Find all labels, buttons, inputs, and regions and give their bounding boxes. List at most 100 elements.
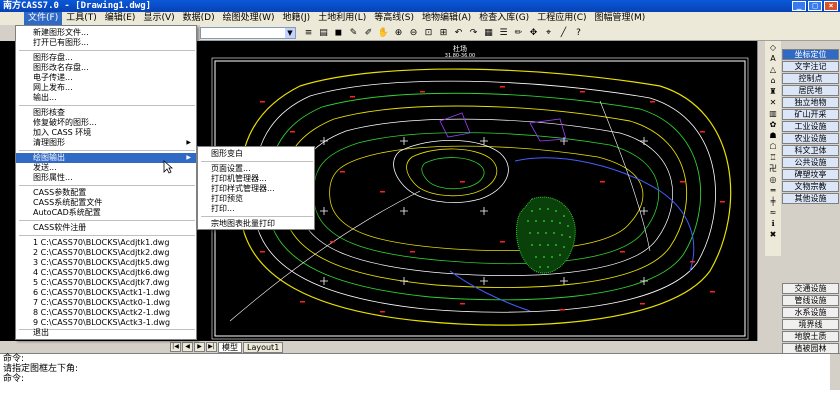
water-icon[interactable]: ≈	[767, 208, 779, 218]
help-icon[interactable]: ?	[572, 26, 585, 39]
submenu-item-preview[interactable]: 打印预览	[198, 194, 314, 204]
tower-icon[interactable]: ♜	[767, 87, 779, 97]
road-icon[interactable]: ═	[767, 186, 779, 196]
redo-icon[interactable]: ↷	[467, 26, 480, 39]
menu-check[interactable]: 检查入库(G)	[475, 12, 533, 25]
line-icon[interactable]: ╱	[557, 26, 570, 39]
feature-btn-public[interactable]: 公共设施	[782, 157, 839, 168]
feature-btn-agriculture[interactable]: 农业设施	[782, 133, 839, 144]
monument-icon[interactable]: ♖	[767, 153, 779, 163]
feature-btn-terrain[interactable]: 地貌土质	[782, 331, 839, 342]
feature-btn-boundary[interactable]: 境界线	[782, 319, 839, 330]
menu-item-open[interactable]: 打开已有图形...	[16, 38, 196, 48]
menu-view[interactable]: 显示(V)	[139, 12, 178, 25]
feature-btn-culture[interactable]: 科文卫体	[782, 145, 839, 156]
last-tab-icon[interactable]: ▶|	[206, 342, 217, 352]
tab-model[interactable]: 模型	[218, 341, 242, 353]
recent-file-item[interactable]: 7 C:\CASS70\BLOCKS\Actk0-1.dwg	[16, 298, 196, 308]
text-icon[interactable]: A	[767, 54, 779, 64]
zoom-out-icon[interactable]: ⊖	[407, 26, 420, 39]
menu-item-cass-config[interactable]: CASS系统配置文件	[16, 198, 196, 208]
minimize-button[interactable]: _	[792, 1, 806, 11]
submenu-item-style-manager[interactable]: 打印样式管理器...	[198, 184, 314, 194]
menu-data[interactable]: 数据(D)	[179, 12, 219, 25]
menu-item-cass-env[interactable]: 加入 CASS 环境	[16, 128, 196, 138]
menu-cadastre[interactable]: 地籍(J)	[279, 12, 315, 25]
feature-btn-residential[interactable]: 居民地	[782, 85, 839, 96]
temple-icon[interactable]: 卍	[767, 164, 779, 174]
submenu-item-plot[interactable]: 打印...	[198, 204, 314, 214]
menu-item-publish[interactable]: 网上发布...	[16, 83, 196, 93]
menu-landuse[interactable]: 土地利用(L)	[314, 12, 370, 25]
menu-item-autocad-config[interactable]: AutoCAD系统配置	[16, 208, 196, 218]
close-icon[interactable]: ✖	[767, 230, 779, 240]
feature-btn-coordinate[interactable]: 坐标定位	[782, 49, 839, 60]
feature-btn-control[interactable]: 控制点	[782, 73, 839, 84]
feature-btn-religion[interactable]: 文物宗教	[782, 181, 839, 192]
recent-file-item[interactable]: 6 C:\CASS70\BLOCKS\Actk1-1.dwg	[16, 288, 196, 298]
layers-icon[interactable]: ≡	[302, 26, 315, 39]
properties-icon[interactable]: ☰	[497, 26, 510, 39]
mine-icon[interactable]: ✕	[767, 98, 779, 108]
public-icon[interactable]: ☖	[767, 142, 779, 152]
folder-icon[interactable]: ▤	[317, 26, 330, 39]
info-icon[interactable]: ℹ	[767, 219, 779, 229]
menu-item-properties[interactable]: 图形属性...	[16, 173, 196, 183]
point-icon[interactable]: ◇	[767, 43, 779, 53]
command-prompt[interactable]: 命令:	[0, 374, 840, 384]
zoom-extents-icon[interactable]: ⊞	[437, 26, 450, 39]
brush-icon[interactable]: ✐	[362, 26, 375, 39]
house-icon[interactable]: ⌂	[767, 76, 779, 86]
menu-item-export[interactable]: 输出...	[16, 93, 196, 103]
maximize-button[interactable]: □	[808, 1, 822, 11]
menu-tools[interactable]: 工具(T)	[62, 12, 101, 25]
menu-draw[interactable]: 绘图处理(W)	[219, 12, 279, 25]
menu-item-recover[interactable]: 修复破坏的图形...	[16, 118, 196, 128]
menu-item-exit[interactable]: 退出	[16, 328, 196, 338]
undo-icon[interactable]: ↶	[452, 26, 465, 39]
vertical-scrollbar[interactable]	[757, 41, 765, 341]
recent-file-item[interactable]: 4 C:\CASS70\BLOCKS\Acdjtk6.dwg	[16, 268, 196, 278]
feature-btn-industry[interactable]: 工业设施	[782, 121, 839, 132]
feature-btn-water[interactable]: 水系设施	[782, 307, 839, 318]
tab-layout1[interactable]: Layout1	[243, 341, 284, 353]
pipe-icon[interactable]: ╪	[767, 197, 779, 207]
feature-btn-text[interactable]: 文字注记	[782, 61, 839, 72]
feature-btn-monument[interactable]: 碑塑坟亭	[782, 169, 839, 180]
recent-file-item[interactable]: 2 C:\CASS70\BLOCKS\Acdjtk2.dwg	[16, 248, 196, 258]
layer-combo[interactable]: ▼	[200, 26, 296, 39]
save-icon[interactable]: ◼	[332, 26, 345, 39]
feature-btn-pipeline[interactable]: 管线设施	[782, 295, 839, 306]
first-tab-icon[interactable]: |◀	[170, 342, 181, 352]
submenu-item-page-setup[interactable]: 页面设置...	[198, 164, 314, 174]
menu-item-etransmit[interactable]: 电子传递...	[16, 73, 196, 83]
menu-contour[interactable]: 等高线(S)	[370, 12, 418, 25]
prev-tab-icon[interactable]: ◀	[182, 342, 193, 352]
move-icon[interactable]: ✥	[527, 26, 540, 39]
recent-file-item[interactable]: 5 C:\CASS70\BLOCKS\Acdjtk7.dwg	[16, 278, 196, 288]
school-icon[interactable]: ☗	[767, 131, 779, 141]
feature-btn-traffic[interactable]: 交通设施	[782, 283, 839, 294]
recent-file-item[interactable]: 8 C:\CASS70\BLOCKS\Actk2-1.dwg	[16, 308, 196, 318]
snap-icon[interactable]: ⌖	[542, 26, 555, 39]
next-tab-icon[interactable]: ▶	[194, 342, 205, 352]
menu-item-save[interactable]: 图形存盘...	[16, 53, 196, 63]
other-icon[interactable]: ◎	[767, 175, 779, 185]
menu-item-audit[interactable]: 图形核查	[16, 108, 196, 118]
menu-engineering[interactable]: 工程应用(C)	[533, 12, 590, 25]
recent-file-item[interactable]: 1 C:\CASS70\BLOCKS\Acdjtk1.dwg	[16, 238, 196, 248]
menu-sheet[interactable]: 图幅管理(M)	[591, 12, 650, 25]
pan-icon[interactable]: ✋	[377, 26, 390, 39]
recent-file-item[interactable]: 9 C:\CASS70\BLOCKS\Actk3-1.dwg	[16, 318, 196, 328]
zoom-in-icon[interactable]: ⊕	[392, 26, 405, 39]
menu-item-save-as[interactable]: 图形改名存盘...	[16, 63, 196, 73]
pen-icon[interactable]: ✏	[512, 26, 525, 39]
submenu-item-batch-plot[interactable]: 宗地图表批量打印	[198, 219, 314, 229]
factory-icon[interactable]: ▥	[767, 109, 779, 119]
submenu-item-plotter-manager[interactable]: 打印机管理器...	[198, 174, 314, 184]
command-scrollbar[interactable]	[830, 354, 840, 390]
zoom-window-icon[interactable]: ⊡	[422, 26, 435, 39]
control-point-icon[interactable]: △	[767, 65, 779, 75]
menu-item-purge[interactable]: 清理图形 ▶	[16, 138, 196, 148]
menu-item-register[interactable]: CASS软件注册	[16, 223, 196, 233]
